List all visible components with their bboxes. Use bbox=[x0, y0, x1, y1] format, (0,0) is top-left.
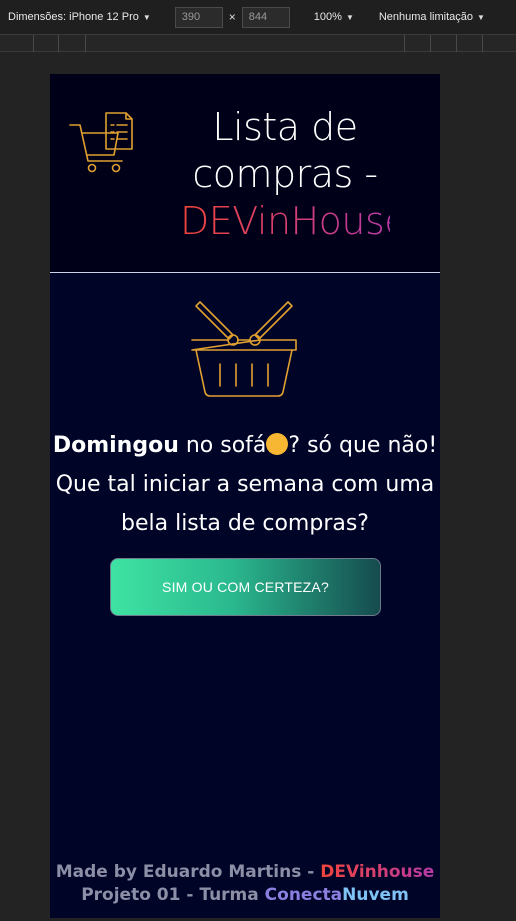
footer-class-part2: Nuvem bbox=[342, 885, 409, 905]
welcome-message: Domingou no sofá? só que não! Que tal in… bbox=[50, 426, 440, 543]
footer: Made by Eduardo Martins - DEVinhouse Pro… bbox=[50, 861, 440, 907]
caret-down-icon: ▼ bbox=[142, 12, 151, 22]
page-title-brand: DEVinHouse bbox=[180, 199, 408, 243]
footer-line-1: Made by Eduardo Martins - DEVinhouse bbox=[50, 861, 440, 884]
footer-class-part1: Conecta bbox=[264, 885, 343, 905]
message-bold: Domingou bbox=[52, 433, 179, 458]
devtools-toolbar: Dimensões: iPhone 12 Pro ▼ × 100% ▼ Nenh… bbox=[0, 0, 516, 35]
ruler-segment[interactable] bbox=[482, 35, 483, 52]
ruler-segment[interactable] bbox=[456, 35, 457, 52]
caret-down-icon: ▼ bbox=[477, 12, 485, 22]
zoom-label: 100% bbox=[313, 11, 342, 23]
footer-project: Projeto 01 - Turma bbox=[81, 885, 265, 905]
shopping-cart-list-icon bbox=[69, 112, 133, 173]
throttle-label: Nenhuma limitação bbox=[378, 11, 474, 23]
device-select[interactable]: Dimensões: iPhone 12 Pro ▼ bbox=[8, 11, 151, 23]
sleeping-face-emoji-icon bbox=[266, 433, 289, 455]
shopping-basket-icon bbox=[191, 301, 297, 397]
page-header: Lista de compras - DEVinHouse bbox=[50, 74, 440, 273]
ruler-segment[interactable] bbox=[33, 35, 34, 52]
start-list-button[interactable]: SIM OU COM CERTEZA? bbox=[110, 558, 381, 616]
footer-line-2: Projeto 01 - Turma ConectaNuvem bbox=[50, 884, 440, 907]
throttle-select[interactable]: Nenhuma limitação ▼ bbox=[379, 11, 485, 23]
media-query-ruler[interactable] bbox=[0, 35, 516, 52]
device-select-label: Dimensões: iPhone 12 Pro bbox=[8, 11, 139, 23]
device-viewport: Lista de compras - DEVinHouse Domingou n… bbox=[50, 74, 440, 918]
times-label: × bbox=[228, 10, 236, 24]
ruler-segment[interactable] bbox=[58, 35, 59, 52]
zoom-select[interactable]: 100% ▼ bbox=[314, 11, 354, 23]
page-title-text: Lista de compras - bbox=[192, 105, 378, 196]
footer-brand: DEVinhouse bbox=[320, 862, 435, 882]
caret-down-icon: ▼ bbox=[345, 12, 354, 22]
ruler-segment[interactable] bbox=[430, 35, 431, 52]
ruler-segment[interactable] bbox=[404, 35, 405, 52]
height-input[interactable] bbox=[241, 6, 290, 28]
ruler-segment[interactable] bbox=[85, 35, 86, 52]
footer-author: Made by Eduardo Martins - bbox=[55, 862, 321, 882]
width-input[interactable] bbox=[174, 6, 223, 28]
page-title: Lista de compras - DEVinHouse bbox=[180, 104, 408, 245]
message-part1: no sofá bbox=[178, 433, 267, 458]
